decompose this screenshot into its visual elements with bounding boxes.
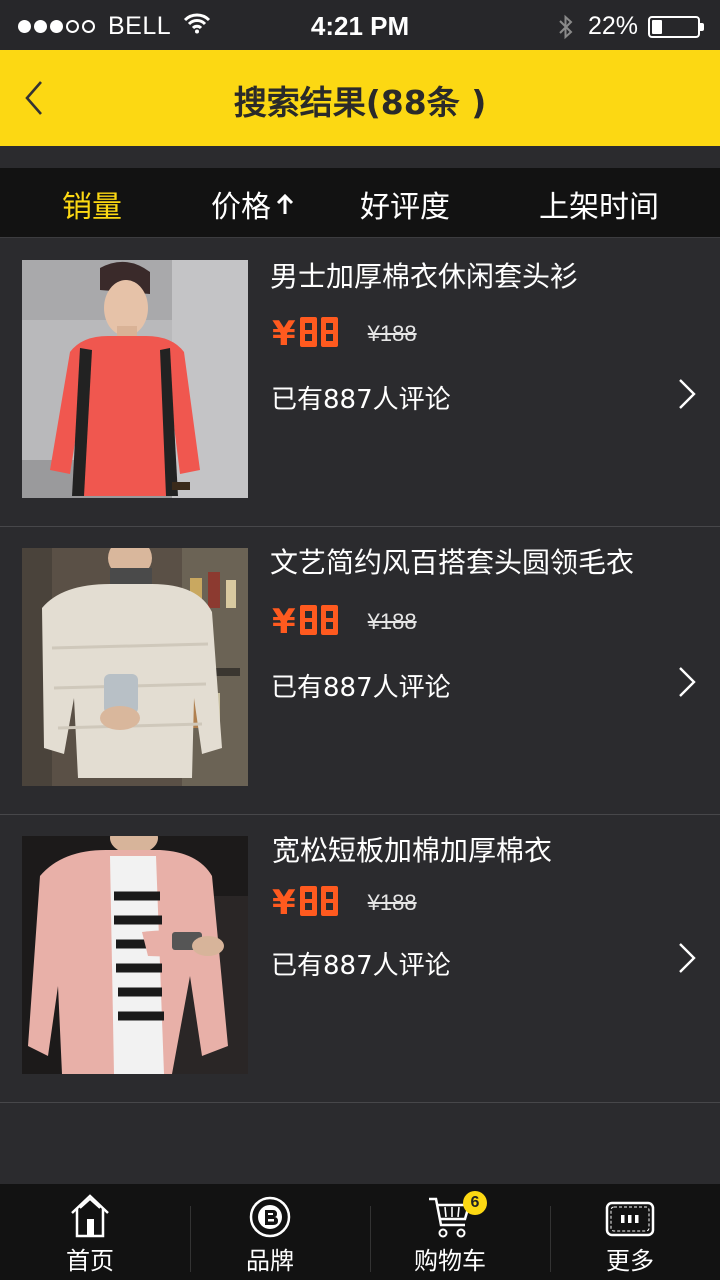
product-item[interactable]: 文艺简约风百搭套头圆领毛衣 ¥ ¥188 已有887人评论 xyxy=(0,527,720,815)
chevron-right-icon[interactable] xyxy=(676,665,698,699)
tab-cart[interactable]: 6 购物车 xyxy=(360,1184,540,1280)
more-icon xyxy=(604,1193,656,1239)
sort-by-rating[interactable]: 好评度 xyxy=(360,182,450,226)
status-bar: BELL 4:21 PM 22% xyxy=(0,0,720,50)
product-image[interactable] xyxy=(22,548,248,786)
sort-by-sales[interactable]: 销量 xyxy=(62,182,122,226)
product-name[interactable]: 男士加厚棉衣休闲套头衫 xyxy=(270,255,578,295)
sort-label: 好评度 xyxy=(360,190,450,225)
product-item[interactable]: 宽松短板加棉加厚棉衣 ¥ ¥188 已有887人评论 xyxy=(0,815,720,1103)
tab-label: 更多 xyxy=(606,1247,654,1275)
battery-percent: 22% xyxy=(587,12,638,40)
price-digit xyxy=(320,886,338,916)
header-bar: 搜索结果(88条 ) xyxy=(0,50,720,146)
price-digit xyxy=(320,605,338,635)
product-image[interactable] xyxy=(22,836,248,1074)
brand-icon xyxy=(248,1193,292,1239)
price-currency: ¥ xyxy=(272,602,296,642)
price-digit xyxy=(299,886,317,916)
product-item[interactable]: 男士加厚棉衣休闲套头衫 ¥ ¥188 已有887人评论 xyxy=(0,239,720,527)
tab-label: 购物车 xyxy=(414,1247,486,1275)
product-price: ¥ ¥188 xyxy=(272,314,417,354)
product-name[interactable]: 文艺简约风百搭套头圆领毛衣 xyxy=(270,541,634,581)
sort-label: 上架时间 xyxy=(539,190,659,225)
original-price: ¥188 xyxy=(367,890,417,915)
product-price: ¥ ¥188 xyxy=(272,602,417,642)
tab-brand[interactable]: 品牌 xyxy=(180,1184,360,1280)
tab-more[interactable]: 更多 xyxy=(540,1184,720,1280)
cart-count-badge: 6 xyxy=(463,1191,487,1215)
sort-by-price[interactable]: 价格 xyxy=(211,182,295,226)
tab-home[interactable]: 首页 xyxy=(0,1184,180,1280)
review-count: 已有887人评论 xyxy=(271,385,451,415)
page-title: 搜索结果(88条 ) xyxy=(233,83,487,122)
sort-bar: 销量 价格 好评度 上架时间 xyxy=(0,168,720,238)
spacer xyxy=(0,146,720,168)
tab-label: 首页 xyxy=(66,1247,114,1275)
bottom-tab-bar: 首页 品牌 6 购物车 更多 xyxy=(0,1184,720,1280)
home-icon xyxy=(68,1193,112,1239)
sort-label: 销量 xyxy=(62,190,122,225)
price-value xyxy=(299,886,342,920)
product-list: 男士加厚棉衣休闲套头衫 ¥ ¥188 已有887人评论 文艺简约风百搭套头圆领毛… xyxy=(0,239,720,1103)
review-count: 已有887人评论 xyxy=(271,673,451,703)
product-image[interactable] xyxy=(22,260,248,498)
arrow-up-icon xyxy=(275,192,295,216)
price-value xyxy=(299,605,342,639)
sort-label: 价格 xyxy=(211,190,271,225)
original-price: ¥188 xyxy=(367,321,417,346)
sort-by-listing-time[interactable]: 上架时间 xyxy=(539,182,659,226)
price-digit xyxy=(299,317,317,347)
battery-icon xyxy=(648,15,704,38)
review-count: 已有887人评论 xyxy=(271,951,451,981)
chevron-right-icon[interactable] xyxy=(676,377,698,411)
product-price: ¥ ¥188 xyxy=(272,883,417,923)
price-digit xyxy=(320,317,338,347)
price-currency: ¥ xyxy=(272,883,296,923)
chevron-right-icon[interactable] xyxy=(676,941,698,975)
bluetooth-icon xyxy=(558,14,574,40)
cart-icon: 6 xyxy=(427,1191,487,1239)
tab-label: 品牌 xyxy=(246,1247,294,1275)
price-currency: ¥ xyxy=(272,314,296,354)
product-name[interactable]: 宽松短板加棉加厚棉衣 xyxy=(272,829,552,869)
original-price: ¥188 xyxy=(367,609,417,634)
price-value xyxy=(299,317,342,351)
price-digit xyxy=(299,605,317,635)
